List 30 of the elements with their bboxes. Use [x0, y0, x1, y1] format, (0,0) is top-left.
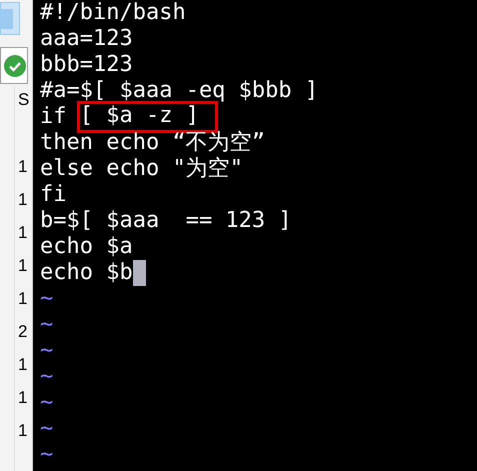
empty-line-marker: ~	[40, 338, 54, 364]
code-line: #!/bin/bash	[40, 0, 186, 26]
empty-line-marker: ~	[40, 390, 54, 416]
empty-line-marker: ~	[40, 312, 54, 338]
toolbar-button[interactable]	[0, 2, 20, 35]
code-line: b=$[ $aaa == 123 ]	[40, 208, 292, 234]
highlighted-code: [ $a -z ]	[76, 101, 218, 133]
table-cell-text: 2	[17, 322, 28, 343]
code-line: else echo "为空"	[40, 156, 243, 182]
code-line: fi	[40, 182, 66, 208]
empty-line-marker: ~	[40, 416, 54, 442]
table-cell-text: 1	[17, 157, 28, 178]
code-line: aaa=123	[40, 26, 133, 52]
code-line: if	[40, 104, 68, 130]
code-line: #a=$[ $aaa -eq $bbb ]	[40, 78, 318, 104]
code-line: echo $b	[40, 260, 133, 286]
table-cell-text: 1	[17, 388, 28, 409]
code-line: bbb=123	[40, 52, 133, 78]
code-line: echo $a	[40, 234, 133, 260]
empty-line-marker: ~	[40, 364, 54, 390]
table-cell-text: 1	[17, 190, 28, 211]
table-cell-text: 1	[17, 256, 28, 277]
code-line: then echo “不为空”	[40, 130, 265, 156]
empty-line-marker: ~	[40, 442, 54, 468]
empty-line-marker: ~	[40, 286, 54, 312]
table-cell-text: 1	[17, 355, 28, 376]
table-cell-text: 1	[17, 421, 28, 442]
table-cell-text: 1	[17, 289, 28, 310]
column-heading: S	[17, 90, 30, 110]
table-cell-text: 1	[17, 223, 28, 244]
